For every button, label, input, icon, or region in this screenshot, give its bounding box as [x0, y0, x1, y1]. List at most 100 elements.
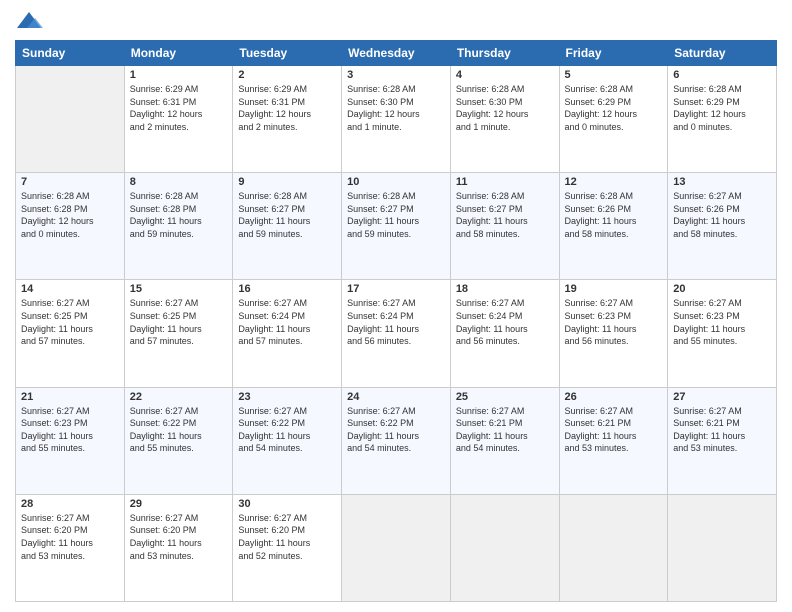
day-number: 27	[673, 391, 771, 403]
calendar-day-cell	[342, 494, 451, 601]
calendar-day-cell: 4 Sunrise: 6:28 AM Sunset: 6:30 PM Daylig…	[450, 66, 559, 173]
day-number: 18	[456, 283, 554, 295]
calendar-day-cell: 1 Sunrise: 6:29 AM Sunset: 6:31 PM Daylig…	[124, 66, 233, 173]
calendar-day-cell: 7 Sunrise: 6:28 AM Sunset: 6:28 PM Daylig…	[16, 173, 125, 280]
calendar-day-cell: 15 Sunrise: 6:27 AM Sunset: 6:25 PM Dayli…	[124, 280, 233, 387]
calendar-day-cell	[668, 494, 777, 601]
day-info: Sunrise: 6:28 AM Sunset: 6:29 PM Dayligh…	[673, 83, 771, 133]
calendar-body: 1 Sunrise: 6:29 AM Sunset: 6:31 PM Daylig…	[16, 66, 777, 602]
day-number: 1	[130, 69, 228, 81]
calendar-day-cell: 19 Sunrise: 6:27 AM Sunset: 6:23 PM Dayli…	[559, 280, 668, 387]
day-number: 20	[673, 283, 771, 295]
calendar-day-cell: 25Sunrise: 6:27 AM Sunset: 6:21 PM Dayli…	[450, 387, 559, 494]
calendar-day-cell: 30 Sunrise: 6:27 AM Sunset: 6:20 PM Dayli…	[233, 494, 342, 601]
day-number: 10	[347, 176, 445, 188]
calendar-day-cell: 3Sunrise: 6:28 AM Sunset: 6:30 PM Daylig…	[342, 66, 451, 173]
day-info: Sunrise: 6:27 AM Sunset: 6:21 PM Dayligh…	[673, 405, 771, 455]
day-number: 19	[565, 283, 663, 295]
calendar-day-cell: 24 Sunrise: 6:27 AM Sunset: 6:22 PM Dayli…	[342, 387, 451, 494]
calendar-day-cell	[16, 66, 125, 173]
logo	[15, 10, 47, 32]
day-number: 22	[130, 391, 228, 403]
calendar-day-cell: 5Sunrise: 6:28 AM Sunset: 6:29 PM Daylig…	[559, 66, 668, 173]
day-info: Sunrise: 6:27 AM Sunset: 6:24 PM Dayligh…	[347, 297, 445, 347]
day-info: Sunrise: 6:28 AM Sunset: 6:26 PM Dayligh…	[565, 190, 663, 240]
calendar-week-row: 28 Sunrise: 6:27 AM Sunset: 6:20 PM Dayli…	[16, 494, 777, 601]
day-number: 8	[130, 176, 228, 188]
weekday-header-cell: Friday	[559, 41, 668, 66]
day-info: Sunrise: 6:28 AM Sunset: 6:30 PM Dayligh…	[347, 83, 445, 133]
day-info: Sunrise: 6:29 AM Sunset: 6:31 PM Dayligh…	[238, 83, 336, 133]
day-info: Sunrise: 6:29 AM Sunset: 6:31 PM Dayligh…	[130, 83, 228, 133]
calendar-day-cell: 22Sunrise: 6:27 AM Sunset: 6:22 PM Dayli…	[124, 387, 233, 494]
calendar-day-cell: 18 Sunrise: 6:27 AM Sunset: 6:24 PM Dayli…	[450, 280, 559, 387]
day-info: Sunrise: 6:27 AM Sunset: 6:21 PM Dayligh…	[565, 405, 663, 455]
calendar-week-row: 1 Sunrise: 6:29 AM Sunset: 6:31 PM Daylig…	[16, 66, 777, 173]
calendar-day-cell	[559, 494, 668, 601]
day-info: Sunrise: 6:27 AM Sunset: 6:20 PM Dayligh…	[21, 512, 119, 562]
day-number: 12	[565, 176, 663, 188]
calendar-day-cell: 17 Sunrise: 6:27 AM Sunset: 6:24 PM Dayli…	[342, 280, 451, 387]
weekday-header-cell: Monday	[124, 41, 233, 66]
calendar-day-cell: 26 Sunrise: 6:27 AM Sunset: 6:21 PM Dayli…	[559, 387, 668, 494]
day-number: 15	[130, 283, 228, 295]
calendar-day-cell: 29 Sunrise: 6:27 AM Sunset: 6:20 PM Dayli…	[124, 494, 233, 601]
calendar-day-cell: 6 Sunrise: 6:28 AM Sunset: 6:29 PM Daylig…	[668, 66, 777, 173]
day-number: 28	[21, 498, 119, 510]
calendar-day-cell: 21Sunrise: 6:27 AM Sunset: 6:23 PM Dayli…	[16, 387, 125, 494]
day-info: Sunrise: 6:27 AM Sunset: 6:26 PM Dayligh…	[673, 190, 771, 240]
day-number: 26	[565, 391, 663, 403]
day-info: Sunrise: 6:28 AM Sunset: 6:28 PM Dayligh…	[130, 190, 228, 240]
calendar-day-cell: 2 Sunrise: 6:29 AM Sunset: 6:31 PM Daylig…	[233, 66, 342, 173]
calendar-week-row: 21Sunrise: 6:27 AM Sunset: 6:23 PM Dayli…	[16, 387, 777, 494]
calendar-day-cell: 11 Sunrise: 6:28 AM Sunset: 6:27 PM Dayli…	[450, 173, 559, 280]
day-number: 7	[21, 176, 119, 188]
weekday-header-cell: Saturday	[668, 41, 777, 66]
day-number: 16	[238, 283, 336, 295]
day-info: Sunrise: 6:27 AM Sunset: 6:21 PM Dayligh…	[456, 405, 554, 455]
day-info: Sunrise: 6:28 AM Sunset: 6:27 PM Dayligh…	[456, 190, 554, 240]
day-info: Sunrise: 6:27 AM Sunset: 6:25 PM Dayligh…	[130, 297, 228, 347]
calendar-day-cell: 12 Sunrise: 6:28 AM Sunset: 6:26 PM Dayli…	[559, 173, 668, 280]
day-info: Sunrise: 6:27 AM Sunset: 6:23 PM Dayligh…	[673, 297, 771, 347]
day-info: Sunrise: 6:28 AM Sunset: 6:30 PM Dayligh…	[456, 83, 554, 133]
calendar-day-cell: 13 Sunrise: 6:27 AM Sunset: 6:26 PM Dayli…	[668, 173, 777, 280]
day-info: Sunrise: 6:28 AM Sunset: 6:27 PM Dayligh…	[347, 190, 445, 240]
day-info: Sunrise: 6:27 AM Sunset: 6:22 PM Dayligh…	[347, 405, 445, 455]
day-number: 17	[347, 283, 445, 295]
day-number: 2	[238, 69, 336, 81]
day-number: 11	[456, 176, 554, 188]
weekday-header-cell: Wednesday	[342, 41, 451, 66]
calendar-day-cell: 14Sunrise: 6:27 AM Sunset: 6:25 PM Dayli…	[16, 280, 125, 387]
calendar-table: SundayMondayTuesdayWednesdayThursdayFrid…	[15, 40, 777, 602]
day-info: Sunrise: 6:27 AM Sunset: 6:23 PM Dayligh…	[565, 297, 663, 347]
day-info: Sunrise: 6:27 AM Sunset: 6:24 PM Dayligh…	[238, 297, 336, 347]
calendar-day-cell: 10 Sunrise: 6:28 AM Sunset: 6:27 PM Dayli…	[342, 173, 451, 280]
day-number: 13	[673, 176, 771, 188]
weekday-header-cell: Tuesday	[233, 41, 342, 66]
day-number: 30	[238, 498, 336, 510]
day-number: 4	[456, 69, 554, 81]
day-number: 29	[130, 498, 228, 510]
calendar-day-cell: 16 Sunrise: 6:27 AM Sunset: 6:24 PM Dayli…	[233, 280, 342, 387]
day-number: 24	[347, 391, 445, 403]
weekday-header-row: SundayMondayTuesdayWednesdayThursdayFrid…	[16, 41, 777, 66]
weekday-header-cell: Thursday	[450, 41, 559, 66]
day-info: Sunrise: 6:27 AM Sunset: 6:22 PM Dayligh…	[238, 405, 336, 455]
day-info: Sunrise: 6:28 AM Sunset: 6:28 PM Dayligh…	[21, 190, 119, 240]
day-number: 5	[565, 69, 663, 81]
calendar-day-cell: 8 Sunrise: 6:28 AM Sunset: 6:28 PM Daylig…	[124, 173, 233, 280]
day-info: Sunrise: 6:27 AM Sunset: 6:20 PM Dayligh…	[130, 512, 228, 562]
day-number: 14	[21, 283, 119, 295]
day-number: 9	[238, 176, 336, 188]
day-number: 21	[21, 391, 119, 403]
day-number: 23	[238, 391, 336, 403]
day-info: Sunrise: 6:27 AM Sunset: 6:24 PM Dayligh…	[456, 297, 554, 347]
weekday-header-cell: Sunday	[16, 41, 125, 66]
day-number: 6	[673, 69, 771, 81]
page-header	[15, 10, 777, 32]
day-info: Sunrise: 6:27 AM Sunset: 6:20 PM Dayligh…	[238, 512, 336, 562]
logo-icon	[15, 10, 43, 32]
calendar-day-cell: 28 Sunrise: 6:27 AM Sunset: 6:20 PM Dayli…	[16, 494, 125, 601]
calendar-day-cell	[450, 494, 559, 601]
